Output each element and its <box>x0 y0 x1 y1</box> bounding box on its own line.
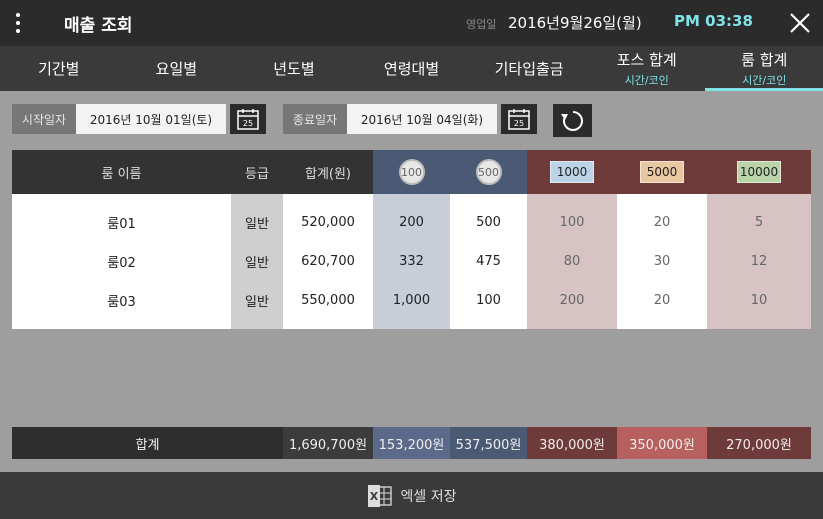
bill-10000-icon: 10000 <box>737 161 781 183</box>
summary-coin-100: 153,200원 <box>373 427 450 459</box>
tab-room-total[interactable]: 룸 합계 시간/코인 <box>705 46 823 91</box>
summary-bill-5000: 350,000원 <box>617 427 707 459</box>
end-date-field[interactable]: 2016년 10월 04일(화) <box>347 104 497 134</box>
start-date-field[interactable]: 2016년 10월 01일(토) <box>76 104 226 134</box>
refresh-button[interactable] <box>553 104 592 137</box>
col-bill-5000: 5000 <box>617 150 707 194</box>
excel-icon: X <box>367 484 393 508</box>
col-coin-500: 500 <box>450 150 527 194</box>
start-calendar-button[interactable]: 25 <box>230 104 266 134</box>
tab-year[interactable]: 년도별 <box>235 46 353 91</box>
col-coin-100: 100 <box>373 150 450 194</box>
col-total: 합계(원) <box>283 150 373 194</box>
report-tabs: 기간별 요일별 년도별 연령대별 기타입출금 포스 합계 시간/코인 룸 합계 시간… <box>0 46 823 91</box>
room-sales-table: 룸 이름 등급 합계(원) 100 500 1000 5000 10000 룸0… <box>12 150 811 329</box>
table-row[interactable]: 룸01 일반 520,000 200 500 100 20 5 <box>12 203 811 242</box>
coin-500-icon: 500 <box>475 159 502 185</box>
calendar-icon: 25 <box>508 109 530 130</box>
summary-bill-1000: 380,000원 <box>527 427 617 459</box>
close-icon[interactable] <box>786 9 814 37</box>
svg-text:25: 25 <box>514 119 524 128</box>
page-title: 매출 조회 <box>64 16 133 36</box>
table-body: 룸01 일반 520,000 200 500 100 20 5 룸02 일반 6… <box>12 194 811 329</box>
calendar-icon: 25 <box>237 109 259 130</box>
end-calendar-button[interactable]: 25 <box>501 104 537 134</box>
tab-period[interactable]: 기간별 <box>0 46 118 91</box>
tab-weekday[interactable]: 요일별 <box>118 46 236 91</box>
table-row[interactable]: 룸02 일반 620,700 332 475 80 30 12 <box>12 242 811 281</box>
summary-total: 1,690,700원 <box>283 427 373 459</box>
summary-row: 합계 1,690,700원 153,200원 537,500원 380,000원… <box>12 427 811 459</box>
tab-pos-total[interactable]: 포스 합계 시간/코인 <box>588 46 706 91</box>
clock-time: PM 03:38 <box>674 12 753 30</box>
summary-coin-500: 537,500원 <box>450 427 527 459</box>
tab-age-group[interactable]: 연령대별 <box>353 46 471 91</box>
tab-other-cash[interactable]: 기타입출금 <box>470 46 588 91</box>
bill-5000-icon: 5000 <box>640 161 684 183</box>
excel-save-button[interactable]: X 엑셀 저장 <box>0 472 823 519</box>
col-room-name: 룸 이름 <box>12 150 231 194</box>
start-date-label: 시작일자 <box>12 104 76 134</box>
title-bar: 매출 조회 영업일 2016년9월26일(월) PM 03:38 <box>0 0 823 46</box>
start-date-filter: 시작일자 2016년 10월 01일(토) 25 <box>12 104 266 134</box>
col-bill-1000: 1000 <box>527 150 617 194</box>
more-menu-icon[interactable] <box>8 10 28 36</box>
coin-100-icon: 100 <box>398 159 425 185</box>
excel-save-label: 엑셀 저장 <box>400 488 457 505</box>
svg-text:25: 25 <box>243 119 253 128</box>
summary-label: 합계 <box>12 427 283 459</box>
table-row[interactable]: 룸03 일반 550,000 1,000 100 200 20 10 <box>12 281 811 320</box>
bill-1000-icon: 1000 <box>550 161 594 183</box>
svg-text:X: X <box>369 490 378 503</box>
summary-bill-10000: 270,000원 <box>707 427 811 459</box>
col-bill-10000: 10000 <box>707 150 811 194</box>
business-day-value: 2016년9월26일(월) <box>508 14 642 32</box>
refresh-icon <box>560 110 583 131</box>
end-date-filter: 종료일자 2016년 10월 04일(화) 25 <box>283 104 537 134</box>
col-grade: 등급 <box>231 150 283 194</box>
table-header: 룸 이름 등급 합계(원) 100 500 1000 5000 10000 <box>12 150 811 194</box>
business-day-label: 영업일 <box>466 18 497 31</box>
end-date-label: 종료일자 <box>283 104 347 134</box>
